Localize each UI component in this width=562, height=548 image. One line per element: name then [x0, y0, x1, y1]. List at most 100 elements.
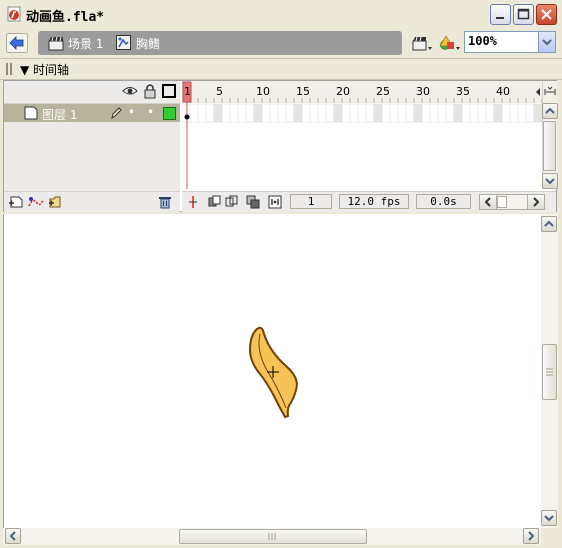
frame-cell[interactable] [261, 103, 271, 123]
frame-cell[interactable] [253, 103, 263, 123]
eye-icon[interactable] [122, 84, 138, 98]
frame-cell[interactable] [461, 103, 471, 123]
scroll-thumb[interactable] [497, 196, 507, 208]
frame-cell[interactable] [269, 103, 279, 123]
frame-cell[interactable] [301, 103, 311, 123]
frame-tick-label: 15 [296, 85, 310, 98]
frame-cell[interactable] [333, 103, 343, 123]
frame-view-options[interactable] [542, 81, 557, 104]
insert-folder-icon[interactable] [48, 195, 64, 209]
lock-dot[interactable]: • [147, 105, 154, 119]
frame-grid[interactable]: 1 5 10 15 20 25 30 35 40 [182, 81, 542, 189]
outline-icon[interactable] [162, 84, 176, 98]
frame-cell[interactable] [341, 103, 351, 123]
frame-cell[interactable] [469, 103, 479, 123]
frame-cell[interactable] [285, 103, 295, 123]
frame-cell[interactable] [525, 103, 535, 123]
scroll-thumb[interactable] [543, 121, 556, 171]
arrow-down-icon [544, 515, 554, 522]
keyframe-dot[interactable] [184, 114, 190, 120]
center-frame-icon[interactable] [186, 195, 200, 209]
frame-cell[interactable] [245, 103, 255, 123]
scroll-down-button[interactable] [541, 510, 557, 526]
frame-cell[interactable] [381, 103, 391, 123]
zoom-select[interactable]: 100% [464, 31, 556, 53]
frame-cell[interactable] [221, 103, 231, 123]
stage-horizontal-scrollbar[interactable] [3, 528, 541, 545]
frame-cell[interactable] [397, 103, 407, 123]
scroll-right-button[interactable] [523, 528, 539, 544]
back-arrow-icon[interactable] [6, 33, 28, 53]
modify-onion-markers-icon[interactable] [268, 195, 282, 209]
arrow-right-icon [528, 531, 535, 541]
panel-grip-icon[interactable] [6, 63, 12, 75]
stage-vertical-scrollbar[interactable] [541, 214, 558, 528]
layer-outline-color[interactable] [163, 107, 176, 120]
frame-cell[interactable] [189, 103, 199, 123]
frame-cell[interactable] [309, 103, 319, 123]
frame-cell[interactable] [405, 103, 415, 123]
frame-cell[interactable] [373, 103, 383, 123]
frame-cell[interactable] [493, 103, 503, 123]
frame-rate-field[interactable]: 12.0 fps [339, 194, 409, 209]
frame-cell[interactable] [389, 103, 399, 123]
stage-canvas[interactable] [3, 214, 542, 528]
frame-cell[interactable] [485, 103, 495, 123]
timeline-horizontal-scrollbar[interactable] [479, 194, 545, 210]
scroll-right-button[interactable] [527, 195, 544, 209]
frame-cell[interactable] [349, 103, 359, 123]
scroll-up-button[interactable] [542, 103, 558, 119]
chevron-down-icon [542, 39, 552, 46]
scroll-left-button[interactable] [480, 195, 497, 209]
layer-name[interactable]: 图层 1 [42, 106, 77, 123]
frame-cell[interactable] [501, 103, 511, 123]
timeline-panel-header[interactable]: ▼ 时间轴 [0, 59, 562, 80]
onion-skin-outlines-icon[interactable] [225, 195, 239, 209]
frame-cell[interactable] [517, 103, 527, 123]
scroll-up-button[interactable] [541, 216, 557, 232]
frame-cell[interactable] [293, 103, 303, 123]
frame-cell[interactable] [437, 103, 447, 123]
onion-skin-icon[interactable] [208, 195, 222, 209]
frame-cell[interactable] [453, 103, 463, 123]
frame-cell[interactable] [277, 103, 287, 123]
scroll-left-button[interactable] [5, 528, 21, 544]
visibility-dot[interactable]: • [128, 105, 135, 119]
frame-cell[interactable] [182, 103, 191, 123]
insert-layer-icon[interactable] [8, 195, 24, 209]
scroll-thumb[interactable] [542, 344, 557, 400]
scroll-down-button[interactable] [542, 173, 558, 189]
frame-cell[interactable] [197, 103, 207, 123]
frame-cell[interactable] [237, 103, 247, 123]
minimize-button[interactable] [490, 4, 511, 25]
layer-row[interactable]: 图层 1 • • [4, 104, 180, 122]
frame-cell[interactable] [445, 103, 455, 123]
lock-icon[interactable] [143, 83, 157, 99]
timeline-vertical-scrollbar[interactable] [542, 103, 558, 189]
breadcrumb-scene[interactable]: 场景 1 [68, 35, 103, 52]
maximize-button[interactable] [513, 4, 534, 25]
frame-ruler[interactable]: 1 5 10 15 20 25 30 35 40 [182, 81, 542, 103]
frame-cell[interactable] [213, 103, 223, 123]
scroll-thumb[interactable] [179, 529, 367, 544]
frame-cell[interactable] [413, 103, 423, 123]
frame-cell[interactable] [365, 103, 375, 123]
frame-cell[interactable] [509, 103, 519, 123]
breadcrumb-symbol[interactable]: 胸鳍 [136, 35, 160, 52]
frame-cell[interactable] [357, 103, 367, 123]
edit-multiple-frames-icon[interactable] [246, 195, 260, 209]
frame-cell[interactable] [533, 103, 542, 123]
edit-scene-icon[interactable] [411, 33, 435, 53]
edit-symbols-icon[interactable] [438, 33, 462, 53]
frame-cell[interactable] [477, 103, 487, 123]
frame-cell[interactable] [429, 103, 439, 123]
zoom-dropdown-button[interactable] [538, 32, 555, 52]
frame-cell[interactable] [205, 103, 215, 123]
frame-cell[interactable] [317, 103, 327, 123]
trash-icon[interactable] [158, 195, 172, 209]
frame-cell[interactable] [229, 103, 239, 123]
frame-cell[interactable] [421, 103, 431, 123]
close-button[interactable] [536, 4, 557, 25]
frame-cell[interactable] [325, 103, 335, 123]
add-motion-guide-icon[interactable] [27, 195, 45, 209]
